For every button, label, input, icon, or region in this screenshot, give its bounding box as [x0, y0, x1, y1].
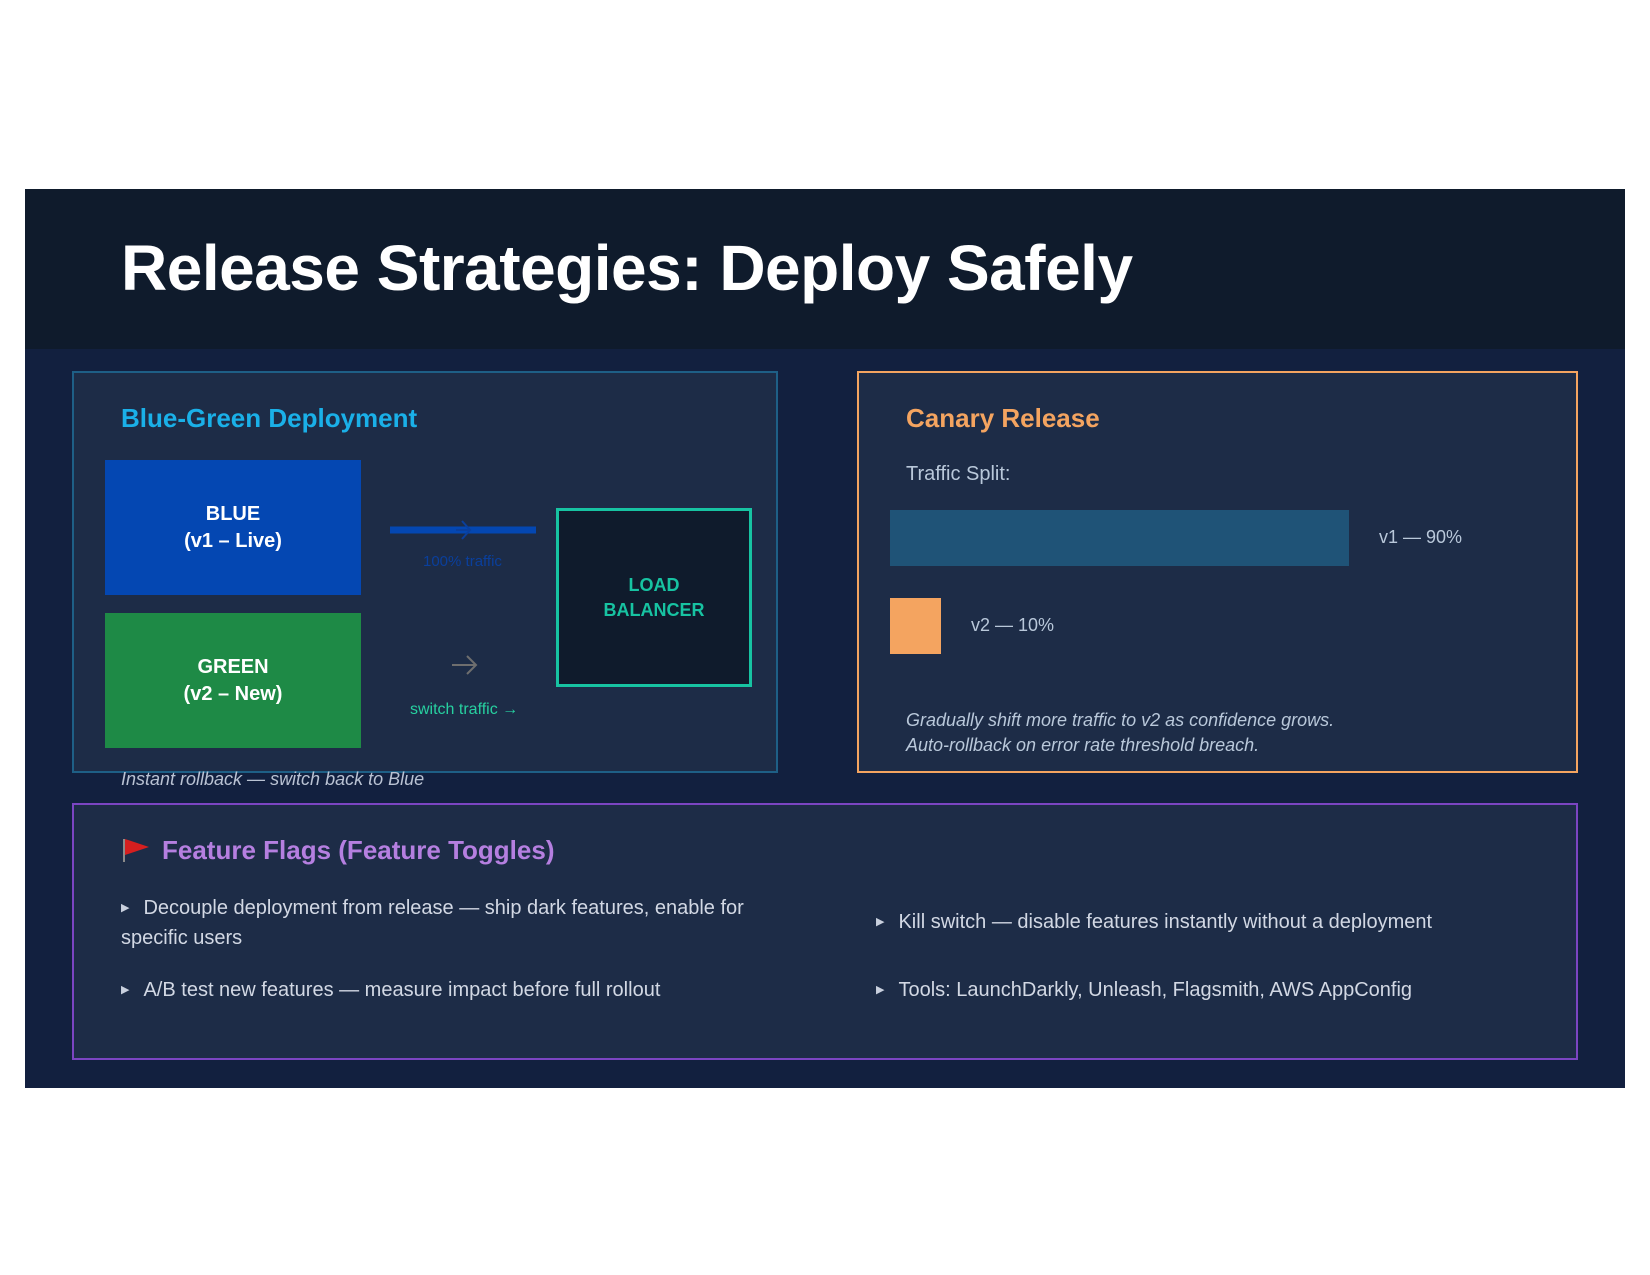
- blue-green-panel: Blue-Green Deployment BLUE (v1 – Live) G…: [72, 371, 778, 773]
- feature-flags-title: Feature Flags (Feature Toggles): [162, 835, 555, 865]
- traffic-percent-label: 100% traffic: [423, 553, 502, 570]
- bullet-item: ▶ A/B test new features — measure impact …: [121, 979, 661, 1001]
- bullet-item: ▶ Tools: LaunchDarkly, Unleash, Flagsmith…: [876, 979, 1413, 1001]
- green-environment-label: GREEN (v2 – New): [183, 655, 283, 705]
- title-bar: Release Strategies: Deploy Safely: [25, 189, 1625, 349]
- blue-environment-label: BLUE (v1 – Live): [184, 502, 282, 552]
- bullet-item: ▶ Decouple deployment from release — ship…: [121, 897, 744, 949]
- v2-traffic-label: v2 — 10%: [971, 615, 1055, 635]
- bullet-item: ▶ Kill switch — disable features instantl…: [876, 911, 1433, 933]
- slide-title: Release Strategies: Deploy Safely: [121, 232, 1133, 304]
- feature-flags-panel: Feature Flags (Feature Toggles) ▶ Decoupl…: [72, 803, 1578, 1060]
- blue-green-title: Blue-Green Deployment: [121, 403, 418, 433]
- v2-traffic-bar: [890, 598, 941, 654]
- blue-environment-box: BLUE (v1 – Live): [105, 460, 361, 595]
- traffic-arrow: [390, 520, 536, 540]
- v1-traffic-label: v1 — 90%: [1379, 527, 1463, 547]
- canary-title: Canary Release: [906, 403, 1100, 433]
- slide: Release Strategies: Deploy Safely Blue-G…: [25, 189, 1625, 1088]
- switch-traffic-label: switch traffic →: [410, 701, 519, 718]
- traffic-split-label: Traffic Split:: [906, 463, 1011, 485]
- v1-traffic-bar: [890, 510, 1349, 566]
- switch-arrow-icon: [452, 655, 478, 675]
- load-balancer-box: LOAD BALANCER: [556, 508, 752, 687]
- canary-note-line-2: Auto-rollback on error rate threshold br…: [906, 735, 1260, 755]
- load-balancer-label: LOAD BALANCER: [603, 574, 705, 620]
- canary-note-line-1: Gradually shift more traffic to v2 as co…: [906, 710, 1335, 730]
- red-flag-icon: [123, 839, 149, 862]
- rollback-note: Instant rollback — switch back to Blue: [121, 769, 425, 789]
- canary-panel: Canary Release Traffic Split: v1 — 90% v…: [857, 371, 1578, 773]
- green-environment-box: GREEN (v2 – New): [105, 613, 361, 748]
